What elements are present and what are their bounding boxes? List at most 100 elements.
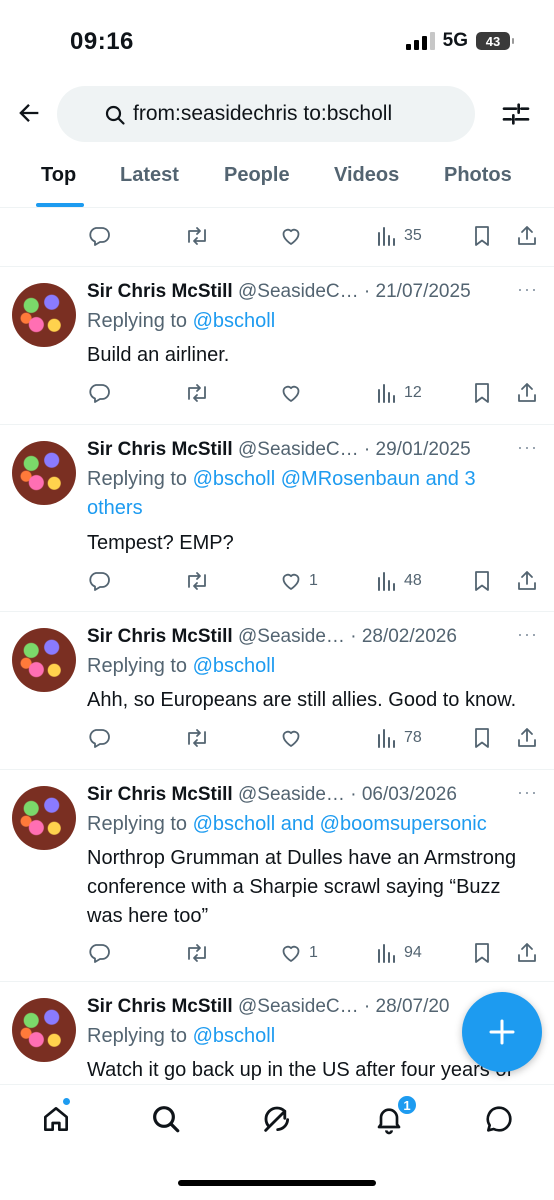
mention-link[interactable]: @bscholl and @boomsupersonic: [193, 813, 487, 835]
heart-icon: [282, 945, 300, 962]
nav-grok[interactable]: [259, 1101, 295, 1137]
views-button[interactable]: 12: [376, 378, 422, 408]
retweet-button[interactable]: [184, 938, 210, 968]
nav-explore[interactable]: [148, 1101, 184, 1137]
retweet-button[interactable]: [184, 566, 210, 596]
notification-badge: 1: [397, 1095, 417, 1115]
avatar[interactable]: [12, 998, 76, 1062]
tweet-header: Sir Chris McStill @Seaside… · 28/02/2026: [87, 626, 507, 648]
more-options-icon[interactable]: ···: [517, 782, 538, 803]
reply-button[interactable]: [87, 566, 111, 596]
like-button[interactable]: 1: [279, 938, 318, 968]
network-label: 5G: [442, 30, 468, 51]
more-options-icon[interactable]: ···: [517, 279, 538, 300]
tab-photos[interactable]: Photos: [444, 164, 512, 187]
views-button[interactable]: 94: [376, 938, 422, 968]
like-button[interactable]: 1: [279, 566, 318, 596]
views-icon: [378, 572, 395, 591]
compose-button[interactable]: [462, 992, 542, 1072]
search-input[interactable]: [133, 102, 473, 126]
bookmark-button[interactable]: [471, 378, 493, 408]
author-name[interactable]: Sir Chris McStill: [87, 996, 233, 1017]
reply-icon: [89, 384, 110, 403]
like-button[interactable]: [279, 723, 309, 753]
handle-date: @SeasideC… · 28/07/20: [237, 996, 450, 1017]
tweet-partial[interactable]: 35: [0, 208, 554, 267]
nav-home[interactable]: [38, 1101, 74, 1137]
tab-videos[interactable]: Videos: [334, 164, 399, 187]
tweet-actions: 12: [87, 378, 542, 408]
tweet-actions: 78: [87, 723, 542, 753]
avatar[interactable]: [12, 786, 76, 850]
mention-link[interactable]: @bscholl: [193, 655, 276, 677]
search-header: [0, 84, 554, 144]
handle-date: @SeasideC… · 29/01/2025: [237, 439, 471, 460]
tweet[interactable]: Sir Chris McStill @SeasideC… · 29/01/202…: [0, 425, 554, 612]
author-name[interactable]: Sir Chris McStill: [87, 281, 233, 302]
like-button[interactable]: [279, 378, 309, 408]
views-count: 12: [404, 384, 422, 401]
bookmark-button[interactable]: [471, 938, 493, 968]
share-button[interactable]: [515, 221, 539, 251]
retweet-icon: [188, 227, 206, 245]
filter-button[interactable]: [500, 98, 532, 130]
back-button[interactable]: [12, 96, 46, 130]
avatar[interactable]: [12, 628, 76, 692]
bookmark-button[interactable]: [471, 221, 493, 251]
like-button[interactable]: [279, 221, 303, 251]
views-button[interactable]: 35: [376, 221, 422, 251]
tweet[interactable]: Sir Chris McStill @Seaside… · 28/02/2026…: [0, 612, 554, 770]
battery-icon: 43: [476, 32, 514, 50]
share-icon: [518, 383, 536, 402]
more-options-icon[interactable]: ···: [517, 437, 538, 458]
views-button[interactable]: 48: [376, 566, 422, 596]
bookmark-icon: [475, 226, 489, 246]
reply-button[interactable]: [87, 938, 111, 968]
bookmark-button[interactable]: [471, 723, 493, 753]
mention-link[interactable]: @bscholl: [193, 1025, 276, 1047]
share-button[interactable]: [515, 378, 539, 408]
views-button[interactable]: 78: [376, 723, 422, 753]
share-button[interactable]: [515, 938, 539, 968]
heart-icon: [282, 385, 300, 402]
search-icon: [105, 105, 125, 125]
reply-button[interactable]: [87, 378, 111, 408]
author-name[interactable]: Sir Chris McStill: [87, 784, 233, 805]
avatar[interactable]: [12, 283, 76, 347]
arrow-left-icon: [19, 104, 39, 122]
tweet[interactable]: Sir Chris McStill @Seaside… · 06/03/2026…: [0, 770, 554, 982]
views-icon: [378, 227, 395, 246]
tab-latest[interactable]: Latest: [120, 164, 179, 187]
like-count: 1: [309, 572, 318, 589]
filter-sliders-icon: [502, 103, 530, 125]
share-button[interactable]: [515, 723, 539, 753]
tab-top[interactable]: Top: [41, 164, 76, 187]
author-name[interactable]: Sir Chris McStill: [87, 439, 233, 460]
nav-messages[interactable]: [481, 1101, 517, 1137]
views-count: 35: [404, 227, 422, 244]
tweet-header: Sir Chris McStill @SeasideC… · 28/07/20: [87, 996, 487, 1018]
retweet-button[interactable]: [184, 723, 210, 753]
plus-icon: [489, 1019, 515, 1045]
tweet-actions: 1 48: [87, 566, 542, 596]
heart-icon: [282, 228, 300, 245]
search-box[interactable]: [57, 86, 475, 142]
bookmark-button[interactable]: [471, 566, 493, 596]
retweet-button[interactable]: [184, 221, 210, 251]
tweet-header: Sir Chris McStill @SeasideC… · 21/07/202…: [87, 281, 507, 303]
active-tab-indicator: [36, 203, 84, 207]
bookmark-icon: [475, 943, 489, 963]
retweet-button[interactable]: [184, 378, 210, 408]
tweet-actions: 1 94: [87, 938, 542, 968]
author-name[interactable]: Sir Chris McStill: [87, 626, 233, 647]
tab-people[interactable]: People: [224, 164, 290, 187]
share-button[interactable]: [515, 566, 539, 596]
views-count: 94: [404, 944, 422, 961]
mention-link[interactable]: @bscholl: [193, 310, 276, 332]
avatar[interactable]: [12, 441, 76, 505]
reply-button[interactable]: [87, 221, 111, 251]
reply-button[interactable]: [87, 723, 111, 753]
replying-to: Replying to @bscholl @MRosenbaun and 3 o…: [87, 465, 507, 523]
more-options-icon[interactable]: ···: [517, 624, 538, 645]
tweet[interactable]: Sir Chris McStill @SeasideC… · 21/07/202…: [0, 267, 554, 425]
